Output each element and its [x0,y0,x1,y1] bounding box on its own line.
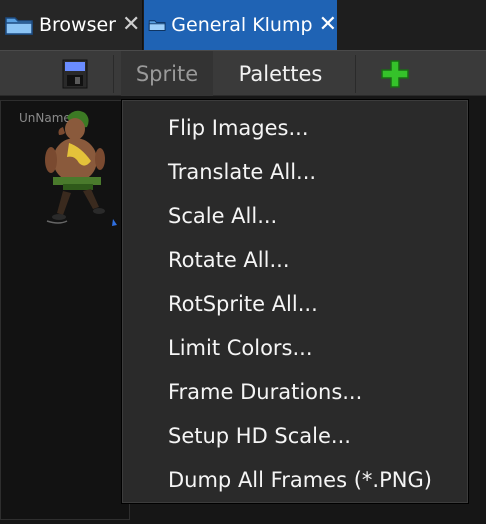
plus-icon [381,60,409,88]
tab-general-klump[interactable]: General Klump ✕ [144,0,337,50]
tab-label: General Klump [171,14,313,36]
close-icon[interactable]: ✕ [319,14,337,36]
palettes-menu-label: Palettes [238,62,323,86]
floppy-disk-icon [62,59,88,89]
sprite-thumbnail[interactable] [37,105,127,235]
save-button[interactable] [55,51,95,97]
menu-item[interactable]: Limit Colors... [122,326,468,370]
folder-icon [148,20,166,31]
sprite-menu-button[interactable]: Sprite [121,51,213,97]
menu-item[interactable]: Flip Images... [122,106,468,150]
tab-browser[interactable]: Browser ✕ [0,0,143,50]
menu-item[interactable]: RotSprite All... [122,282,468,326]
menu-item[interactable]: Rotate All... [122,238,468,282]
close-icon[interactable]: ✕ [122,14,140,36]
tab-label: Browser [39,14,116,36]
menu-item[interactable]: Frame Durations... [122,370,468,414]
add-button[interactable] [370,51,420,97]
toolbar-divider [113,55,114,93]
toolbar: Sprite Palettes [0,50,486,97]
main-area: UnNamed Flip Images... Translate All... … [0,96,486,524]
folder-icon [5,17,33,35]
toolbar-divider [355,55,356,93]
menu-item[interactable]: Translate All... [122,150,468,194]
menu-item[interactable]: Setup HD Scale... [122,414,468,458]
sprite-menu-label: Sprite [135,62,199,86]
frame-list-panel[interactable]: UnNamed [0,100,130,520]
palettes-menu-button[interactable]: Palettes [213,51,348,97]
sprite-dropdown-menu: Flip Images... Translate All... Scale All.… [121,99,469,504]
menu-item[interactable]: Dump All Frames (*.PNG) [122,458,468,502]
tab-bar: Browser ✕ General Klump ✕ [0,0,486,50]
menu-item[interactable]: Scale All... [122,194,468,238]
